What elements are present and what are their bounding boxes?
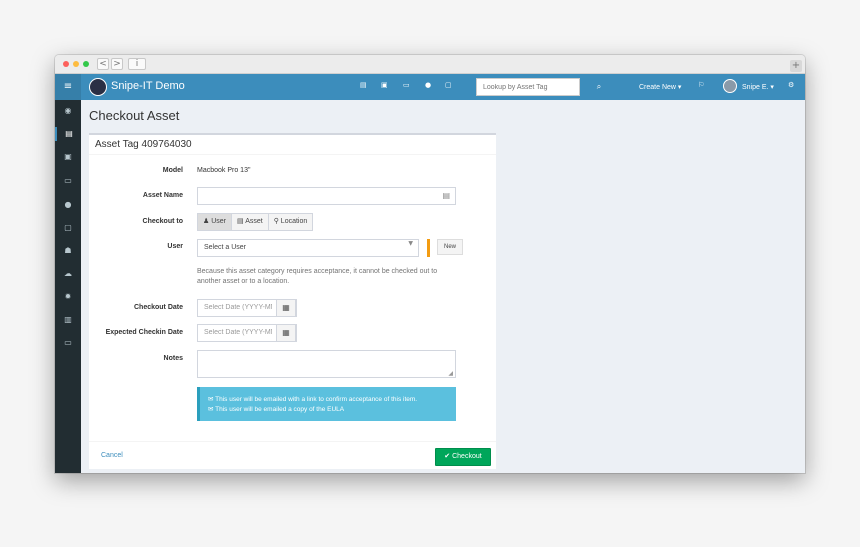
menu-icon[interactable]: ≡	[55, 74, 81, 100]
checkout-to-location-button[interactable]: ⚲ Location	[268, 213, 314, 231]
acceptance-help-text: Because this asset category requires acc…	[197, 268, 438, 285]
expected-checkin-field[interactable]: Select Date (YYYY-MM-DD) ▦	[197, 324, 297, 342]
snipeit-logo[interactable]	[89, 78, 107, 96]
users-icon[interactable]: ☗	[55, 244, 81, 258]
asset-tag-title: Asset Tag 409764030	[95, 139, 192, 150]
page-title: Checkout Asset	[89, 108, 180, 123]
browser-window: < > i + ≡ ◉ ▤ ▣ ▭ ● ▢ ☗ ☁ ✹ ▥ ▭ Snipe-IT…	[55, 55, 805, 473]
import-icon[interactable]: ☁	[55, 267, 81, 281]
panel-footer: Cancel ✔ Checkout	[89, 441, 496, 469]
accessories-icon[interactable]: ▭	[55, 174, 81, 188]
checkout-date-field[interactable]: Select Date (YYYY-MM-DD) ▦	[197, 299, 297, 317]
calendar-icon[interactable]: ▦	[276, 324, 296, 342]
dashboard-icon[interactable]: ◉	[55, 104, 81, 118]
flag-icon[interactable]: ⚐	[698, 81, 704, 89]
checkout-to-label: Checkout to	[142, 218, 183, 225]
id-card-icon: ▤	[442, 191, 450, 200]
required-indicator	[427, 239, 430, 257]
settings-icon[interactable]: ✹	[55, 290, 81, 304]
brand-name[interactable]: Snipe-IT Demo	[111, 80, 185, 92]
minimize-window-button[interactable]	[73, 61, 79, 67]
user-label: User	[167, 243, 183, 250]
browser-titlebar: < > i +	[55, 55, 805, 74]
new-tab-button[interactable]: +	[790, 60, 802, 72]
user-icon: ♟	[203, 218, 212, 225]
licenses-icon[interactable]: ▣	[381, 81, 388, 89]
panel-header: Asset Tag 409764030	[89, 135, 496, 155]
assets-icon[interactable]: ▤	[55, 127, 81, 141]
components-icon[interactable]: ▢	[55, 221, 81, 235]
search-icon[interactable]: ⌕	[586, 78, 612, 96]
asset-tag-search-input[interactable]	[476, 78, 580, 96]
user-select[interactable]: Select a User ▼	[197, 239, 419, 257]
checkout-date-placeholder: Select Date (YYYY-MM-DD)	[204, 304, 272, 311]
back-button[interactable]: <	[97, 58, 109, 70]
asset-icon: ▤	[237, 218, 246, 225]
asset-name-label: Asset Name	[142, 192, 183, 199]
info-line-acceptance: ✉ This user will be emailed with a link …	[208, 396, 418, 403]
checkout-panel: Asset Tag 409764030 Model Macbook Pro 13…	[89, 133, 496, 469]
new-user-button[interactable]: New	[437, 239, 463, 255]
checkout-date-label: Checkout Date	[133, 304, 183, 311]
reports-icon[interactable]: ▥	[55, 313, 81, 327]
checkout-button[interactable]: ✔ Checkout	[435, 448, 491, 466]
create-new-dropdown[interactable]: Create New ▾	[639, 83, 681, 91]
site-info-icon[interactable]: i	[128, 58, 146, 70]
forward-button[interactable]: >	[111, 58, 123, 70]
accessories-icon[interactable]: ▭	[403, 81, 410, 89]
checkout-to-asset-button[interactable]: ▤ Asset	[232, 213, 269, 231]
info-line-eula: ✉ This user will be emailed a copy of th…	[208, 406, 345, 413]
model-label: Model	[162, 167, 183, 174]
settings-icon[interactable]: ⚙	[788, 81, 794, 89]
top-navbar: Snipe-IT Demo ▤ ▣ ▭ ● ▢ ⌕ Create New ▾ ⚐…	[81, 74, 805, 100]
components-icon[interactable]: ▢	[445, 81, 452, 89]
assets-icon[interactable]: ▤	[360, 81, 367, 89]
map-marker-icon: ⚲	[273, 218, 281, 225]
chevron-down-icon: ▼	[408, 240, 413, 247]
resize-handle-icon[interactable]: ◢	[448, 370, 453, 377]
checkout-to-user-button[interactable]: ♟ User	[197, 213, 233, 231]
checkout-to-group: ♟ User ▤ Asset ⚲ Location	[197, 213, 314, 231]
user-menu-dropdown[interactable]: Snipe E. ▾	[742, 83, 774, 91]
close-window-button[interactable]	[63, 61, 69, 67]
email-info-callout: ✉ This user will be emailed with a link …	[197, 387, 456, 421]
avatar[interactable]	[723, 79, 737, 93]
calendar-icon[interactable]: ▦	[276, 299, 296, 317]
expected-checkin-label: Expected Checkin Date	[105, 329, 183, 336]
sidebar: ≡ ◉ ▤ ▣ ▭ ● ▢ ☗ ☁ ✹ ▥ ▭	[55, 74, 81, 473]
requestable-icon[interactable]: ▭	[55, 336, 81, 350]
notes-label: Notes	[163, 355, 183, 362]
consumables-icon[interactable]: ●	[425, 81, 431, 89]
licenses-icon[interactable]: ▣	[55, 150, 81, 164]
notes-textarea[interactable]: ◢	[197, 350, 456, 378]
expected-checkin-placeholder: Select Date (YYYY-MM-DD)	[204, 329, 272, 336]
cancel-link[interactable]: Cancel	[101, 452, 123, 459]
asset-name-input[interactable]: ▤	[197, 187, 456, 205]
consumables-icon[interactable]: ●	[55, 198, 81, 212]
maximize-window-button[interactable]	[83, 61, 89, 67]
model-value: Macbook Pro 13"	[197, 167, 251, 174]
